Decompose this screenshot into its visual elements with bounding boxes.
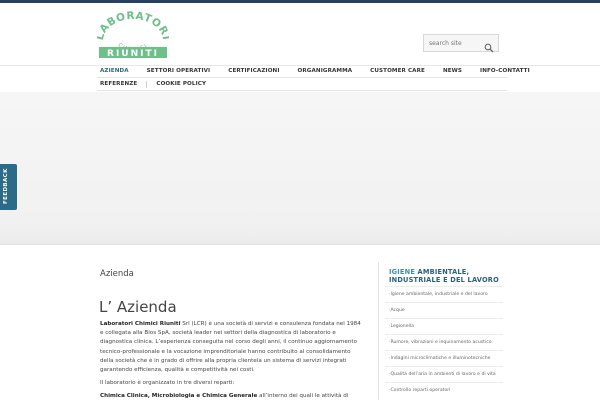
logo-bottom-text: RIUNITI <box>107 49 159 59</box>
nav-item-news[interactable]: NEWS <box>440 68 462 74</box>
nav-row-1: AZIENDA SETTORI OPERATIVI CERTIFICAZIONI… <box>97 65 530 78</box>
sidebar-item-acque[interactable]: Acque <box>385 302 503 318</box>
nav-item-organigramma[interactable]: ORGANIGRAMMA <box>295 68 353 74</box>
nav-item-info-contatti[interactable]: INFO-CONTATTI <box>477 68 530 74</box>
departments-names: Chimica Clinica, Microbiologia e Chimica… <box>100 393 258 400</box>
sidebar-list: Igiene ambientale, industriale e del lav… <box>385 286 503 398</box>
nav-item-settori-operativi[interactable]: SETTORI OPERATIVI <box>144 68 211 74</box>
nav-divider <box>146 80 148 88</box>
main-navigation: AZIENDA SETTORI OPERATIVI CERTIFICAZIONI… <box>97 65 530 91</box>
breadcrumb: Azienda <box>100 269 134 279</box>
intro-paragraph: Laboratori Chimici Riuniti Srl (LCR) è u… <box>100 320 362 375</box>
svg-text:LABORATORI: LABORATORI <box>97 11 169 41</box>
sidebar-item-indagini[interactable]: Indagini microclimatiche e illuminotecni… <box>385 350 503 366</box>
departments-paragraph: Chimica Clinica, Microbiologia e Chimica… <box>100 392 362 400</box>
search-box <box>423 34 499 53</box>
nav-row-2: REFERENZE COOKIE POLICY <box>97 78 507 91</box>
sidebar-item-qualita-aria[interactable]: Qualità dell’aria in ambienti di lavoro … <box>385 366 503 382</box>
nav-item-certificazioni[interactable]: CERTIFICAZIONI <box>225 68 279 74</box>
feedback-label: FEEDBACK <box>3 168 9 204</box>
article-body: Laboratori Chimici Riuniti Srl (LCR) è u… <box>100 320 362 400</box>
departments-text: all’interno dei quali le attività di <box>257 393 349 400</box>
departments-intro: Il laboratorio è organizzato in tre dive… <box>100 380 235 387</box>
nav-item-customer-care[interactable]: CUSTOMER CARE <box>367 68 425 74</box>
sidebar-item-igiene-ambientale[interactable]: Igiene ambientale, industriale e del lav… <box>385 286 503 302</box>
search-icon[interactable] <box>484 38 494 53</box>
sidebar-item-legionella[interactable]: Legionella <box>385 318 503 334</box>
nav-item-referenze[interactable]: REFERENZE <box>97 81 137 87</box>
sidebar: IGIENE AMBIENTALE, INDUSTRIALE E DEL LAV… <box>378 262 503 400</box>
logo-top-text: LABORATORI <box>94 10 172 41</box>
company-name: Laboratori Chimici Riuniti <box>100 321 181 327</box>
search-input[interactable] <box>424 35 482 51</box>
site-header: LABORATORI CHIMICI RIUNITI <box>0 3 600 65</box>
page-title: L’ Azienda <box>99 298 177 316</box>
sidebar-title-highlight: IGIENE <box>389 268 416 276</box>
nav-item-azienda[interactable]: AZIENDA <box>97 68 129 74</box>
site-logo[interactable]: LABORATORI CHIMICI RIUNITI <box>94 10 172 59</box>
sidebar-item-rumore[interactable]: Rumore, vibrazioni e inquinamento acusti… <box>385 334 503 350</box>
hero-banner <box>0 92 600 245</box>
sidebar-title: IGIENE AMBIENTALE, INDUSTRIALE E DEL LAV… <box>379 262 502 284</box>
feedback-tab[interactable]: FEEDBACK <box>0 164 17 210</box>
sidebar-item-controllo-reparti[interactable]: Controllo reparti operatori <box>385 382 503 398</box>
intro-text: Srl (LCR) è una società di servizi e con… <box>100 321 361 374</box>
nav-item-cookie-policy[interactable]: COOKIE POLICY <box>153 81 206 87</box>
